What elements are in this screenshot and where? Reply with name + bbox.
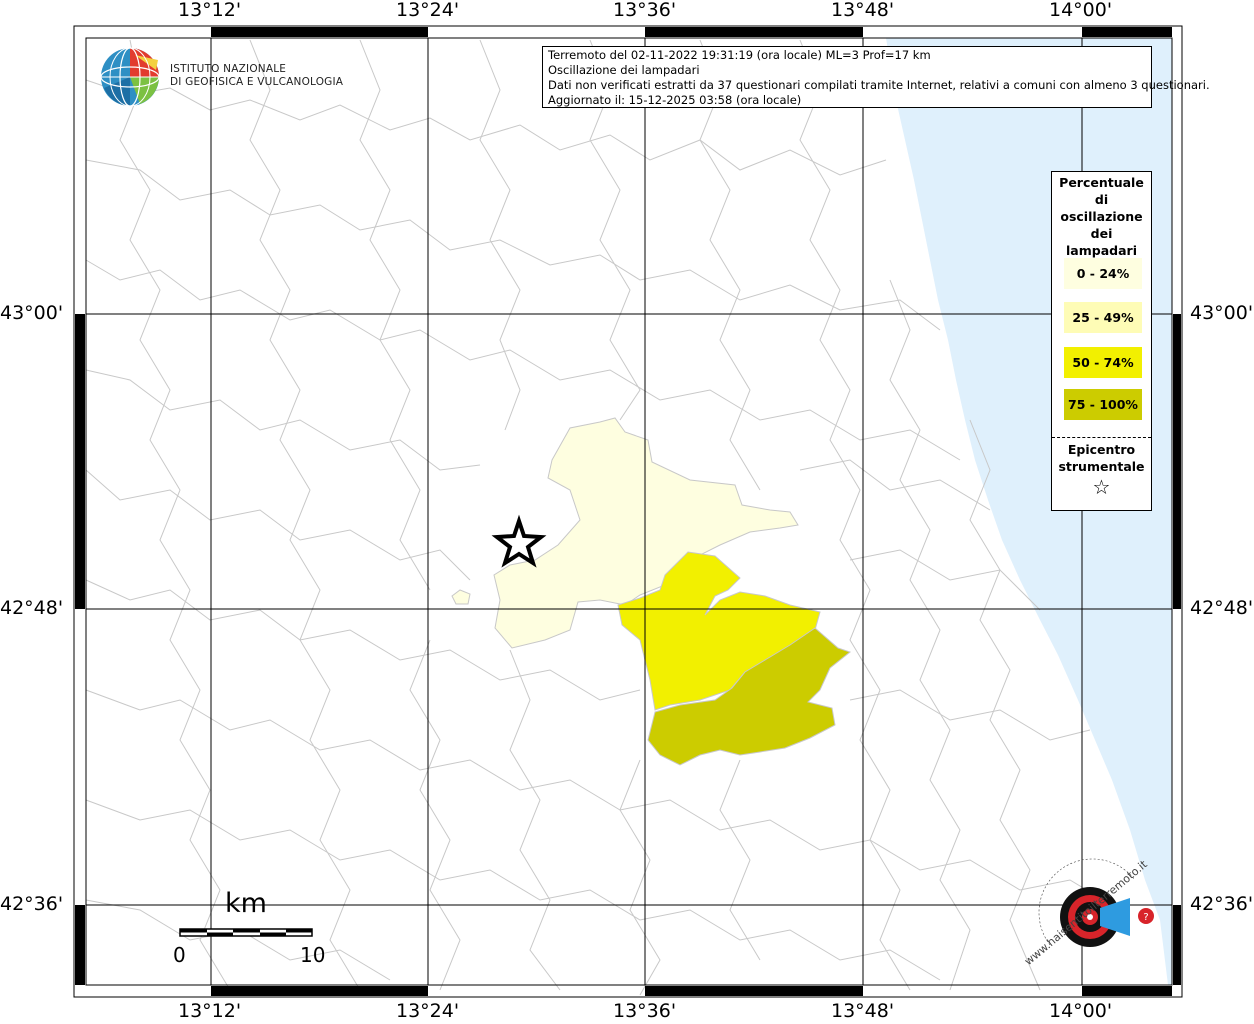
legend-epicenter-label: Epicentro strumentale <box>1058 442 1145 474</box>
ingv-logo-icon <box>100 47 160 107</box>
info-subject-line: Oscillazione dei lampadari <box>548 63 700 77</box>
axis-bottom-label: 14°00' <box>1049 1000 1113 1022</box>
info-box: Terremoto del 02-11-2022 19:31:19 (ora l… <box>542 46 1210 108</box>
axis-left-label: 43°00' <box>0 302 64 324</box>
institute-line-1: ISTITUTO NAZIONALE <box>170 63 287 75</box>
axis-left-label: 42°48' <box>0 597 64 619</box>
info-earthquake-line: Terremoto del 02-11-2022 19:31:19 (ora l… <box>548 48 931 62</box>
legend-separator <box>1052 437 1151 438</box>
axis-top-label: 13°36' <box>613 0 677 21</box>
map-canvas[interactable]: ? <box>0 0 1254 1024</box>
info-updated-line: Aggiornato il: 15-12-2025 03:58 (ora loc… <box>548 93 802 107</box>
axis-top-label: 13°48' <box>831 0 895 21</box>
axis-right-label: 43°00' <box>1190 302 1254 324</box>
axis-top-label: 13°12' <box>178 0 242 21</box>
legend-item-50-74: 50 - 74% <box>1064 347 1142 378</box>
axis-bottom-label: 13°24' <box>396 1000 460 1022</box>
scale-unit: km <box>225 888 267 919</box>
scale-min: 0 <box>173 943 186 967</box>
svg-text:?: ? <box>1143 912 1148 923</box>
legend-title: Percentuale di oscillazione dei lampadar… <box>1059 175 1144 258</box>
scale-max: 10 <box>300 943 326 967</box>
axis-bottom-label: 13°48' <box>831 1000 895 1022</box>
legend-item-25-49: 25 - 49% <box>1064 302 1142 333</box>
axis-bottom-label: 13°12' <box>178 1000 242 1022</box>
axis-left-label: 42°36' <box>0 893 64 915</box>
axis-top-label: 13°24' <box>396 0 460 21</box>
axis-right-label: 42°48' <box>1190 597 1254 619</box>
legend-star-icon: ☆ <box>1092 475 1111 499</box>
scale-bar-graphic <box>179 928 313 937</box>
institute-name: ISTITUTO NAZIONALE DI GEOFISICA E VULCAN… <box>170 63 343 89</box>
axis-bottom-label: 13°36' <box>613 1000 677 1022</box>
legend-item-0-24: 0 - 24% <box>1064 258 1142 289</box>
axis-right-label: 42°36' <box>1190 893 1254 915</box>
legend-item-75-100: 75 - 100% <box>1064 389 1142 420</box>
legend-panel: Percentuale di oscillazione dei lampadar… <box>1051 171 1152 511</box>
legend-epicenter: Epicentro strumentale ☆ <box>1052 441 1151 499</box>
axis-top-label: 14°00' <box>1049 0 1113 21</box>
info-data-line: Dati non verificati estratti da 37 quest… <box>548 78 1210 92</box>
institute-line-2: DI GEOFISICA E VULCANOLOGIA <box>170 76 344 88</box>
